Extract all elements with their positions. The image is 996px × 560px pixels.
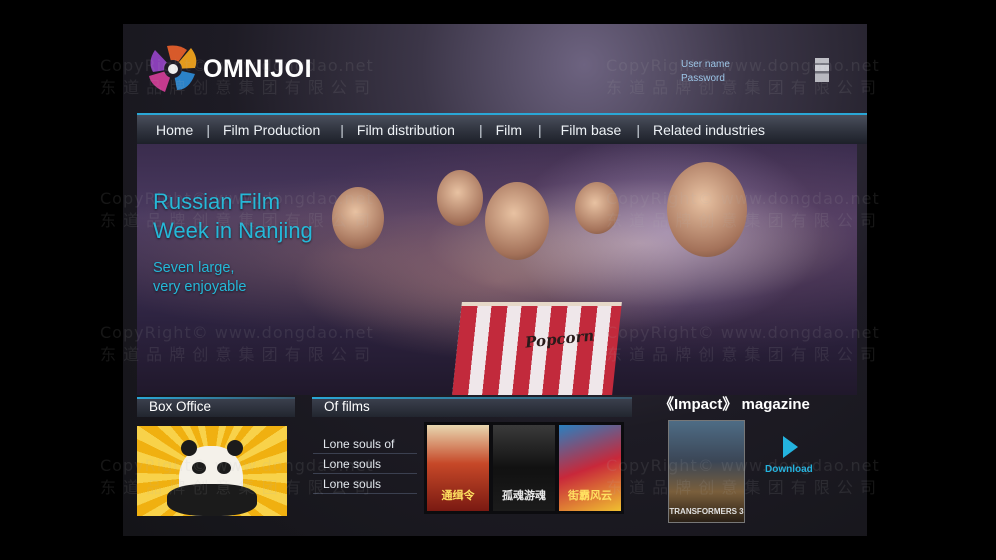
poster-title: 通缉令 xyxy=(441,489,475,502)
username-label[interactable]: User name xyxy=(681,58,730,72)
list-item[interactable]: Lone souls of xyxy=(313,434,417,454)
brand-name: OMNIJOI xyxy=(203,54,313,83)
hero-subtitle-line2: very enjoyable xyxy=(153,279,247,295)
poster-title: 街霸风云 xyxy=(568,489,612,502)
magazine-title: 《Impact》 magazine xyxy=(659,396,810,413)
audience-face xyxy=(485,182,549,260)
of-films-heading[interactable]: Of films xyxy=(312,397,632,417)
panda-arms xyxy=(167,484,257,516)
film-poster[interactable]: 通缉令 xyxy=(427,425,489,511)
nav-film-production[interactable]: Film Production xyxy=(223,122,320,138)
hero-headline[interactable]: Russian Film Week in Nanjing xyxy=(153,187,313,245)
nav-film-distribution[interactable]: Film distribution xyxy=(357,122,455,138)
download-arrow-icon[interactable] xyxy=(783,436,798,458)
login-area: User name Password xyxy=(681,58,730,86)
poster-title: 孤魂游魂 xyxy=(502,489,546,502)
nav-film[interactable]: Film xyxy=(496,122,522,138)
list-item[interactable]: Lone souls xyxy=(313,474,417,494)
film-poster[interactable]: 街霸风云 xyxy=(559,425,621,511)
nav-separator: | xyxy=(538,121,542,138)
list-item[interactable]: Lone souls xyxy=(313,454,417,474)
film-list: Lone souls of Lone souls Lone souls xyxy=(313,434,417,494)
of-films-label: Of films xyxy=(324,399,370,414)
hero-title-line1: Russian Film xyxy=(153,189,281,214)
nav-separator: | xyxy=(636,121,640,138)
audience-face xyxy=(575,182,619,234)
box-office-image[interactable] xyxy=(137,426,287,516)
audience-face xyxy=(437,170,483,226)
download-link[interactable]: Download xyxy=(765,464,813,475)
main-nav: Home | Film Production | Film distributi… xyxy=(137,113,867,144)
hero-banner[interactable]: Popcorn Russian Film Week in Nanjing Sev… xyxy=(137,142,857,395)
magazine-cover[interactable]: TRANSFORMERS 3 xyxy=(668,420,745,523)
nav-separator: | xyxy=(206,121,210,138)
password-label[interactable]: Password xyxy=(681,72,730,86)
film-posters: 通缉令 孤魂游魂 街霸风云 xyxy=(424,422,624,514)
audience-face xyxy=(667,162,747,257)
magazine-cover-text: TRANSFORMERS 3 xyxy=(669,507,744,516)
login-button[interactable] xyxy=(815,58,829,82)
audience-face xyxy=(332,187,384,249)
box-office-label: Box Office xyxy=(149,399,212,414)
hero-subtitle-line1: Seven large, xyxy=(153,260,235,276)
panda-eye xyxy=(192,462,206,474)
hero-subtitle: Seven large, very enjoyable xyxy=(153,259,247,297)
nav-separator: | xyxy=(478,121,483,138)
panda-eye xyxy=(217,462,231,474)
hero-title-line2: Week in Nanjing xyxy=(153,218,313,243)
nav-home[interactable]: Home xyxy=(156,122,193,138)
brand-logo[interactable]: OMNIJOI xyxy=(145,44,312,94)
nav-film-base[interactable]: Film base xyxy=(561,122,622,138)
pinwheel-logo-icon xyxy=(149,45,197,92)
page-frame: Popcorn Russian Film Week in Nanjing Sev… xyxy=(123,24,867,536)
nav-separator: | xyxy=(340,121,344,138)
box-office-heading[interactable]: Box Office xyxy=(137,397,295,417)
film-poster[interactable]: 孤魂游魂 xyxy=(493,425,555,511)
panda-ear xyxy=(227,440,243,456)
panda-ear xyxy=(181,440,197,456)
nav-related-industries[interactable]: Related industries xyxy=(653,122,765,138)
